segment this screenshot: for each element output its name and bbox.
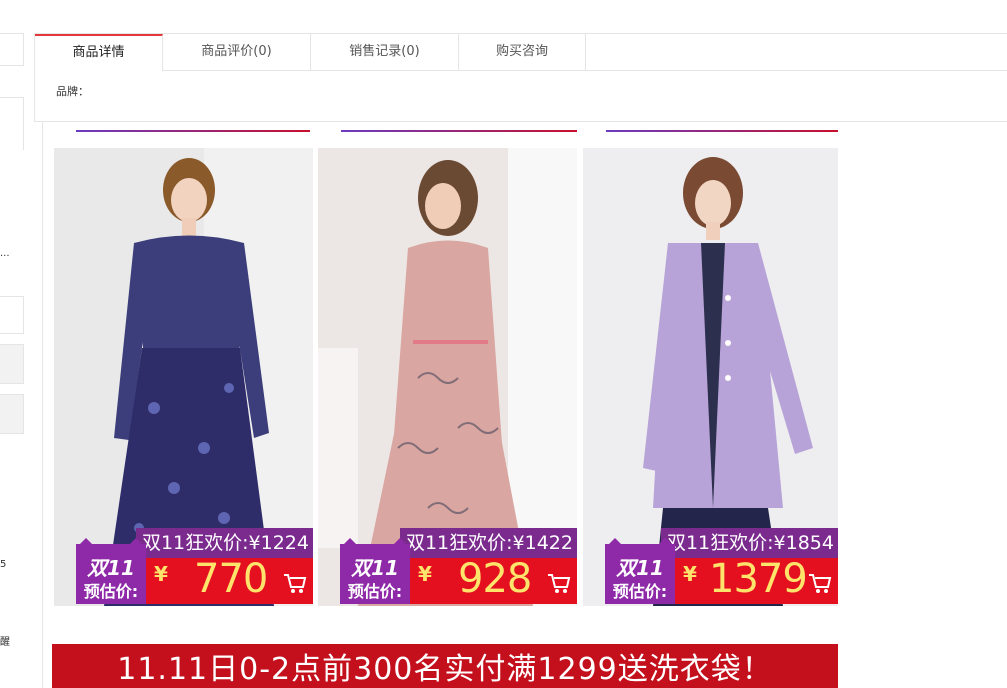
sidebar-box[interactable] bbox=[0, 33, 24, 66]
presale-price: 770 bbox=[194, 556, 268, 602]
brand-label: 品牌： bbox=[56, 85, 89, 98]
sidebar-box[interactable] bbox=[0, 394, 24, 434]
cart-icon[interactable] bbox=[547, 572, 571, 594]
promo-banner: 11.11日0-2点前300名实付满1299送洗衣袋！ bbox=[52, 644, 838, 688]
sidebar-box[interactable] bbox=[0, 97, 24, 150]
badge-title: 双11 bbox=[351, 556, 399, 580]
sidebar-text: ... bbox=[0, 248, 10, 259]
orig-price-value: ¥1422 bbox=[512, 532, 573, 554]
original-price-label: 双11狂欢价:¥1422 bbox=[399, 528, 577, 558]
original-price-label: 双11狂欢价:¥1224 bbox=[135, 528, 313, 558]
sidebar-box[interactable] bbox=[0, 344, 24, 384]
orig-price-label-text: 双11狂欢价: bbox=[405, 532, 513, 554]
left-sidebar-fragment: ... 5 醒 bbox=[0, 33, 24, 688]
tab-label: 商品详情 bbox=[72, 45, 125, 60]
price-tag-group: 双11狂欢价:¥1422 ¥ 928 双11 预估价: bbox=[318, 148, 577, 606]
orig-price-value: ¥1224 bbox=[248, 532, 309, 554]
presale-price-bar: ¥ 1379 bbox=[673, 556, 838, 604]
divider-line bbox=[341, 130, 577, 132]
divider-line bbox=[606, 130, 838, 132]
presale-price: 1379 bbox=[709, 556, 808, 602]
price-tag-group: 双11狂欢价:¥1854 ¥ 1379 双11 预估价: bbox=[583, 148, 838, 606]
presale-price-bar: ¥ 770 bbox=[144, 556, 313, 604]
badge-subtitle: 预估价: bbox=[83, 582, 139, 601]
tab-label: 销售记录(0) bbox=[349, 44, 420, 59]
divider-line bbox=[76, 130, 310, 132]
currency-symbol: ¥ bbox=[418, 562, 432, 586]
product-detail-tabs: 商品详情 商品评价(0) 销售记录(0) 购买咨询 品牌： bbox=[34, 33, 1007, 122]
sidebar-text: 5 bbox=[0, 559, 7, 570]
tab-label: 商品评价(0) bbox=[201, 44, 272, 59]
orig-price-label-text: 双11狂欢价: bbox=[666, 532, 774, 554]
tab-product-details[interactable]: 商品详情 bbox=[35, 34, 163, 71]
double11-badge: 双11 预估价: bbox=[340, 544, 410, 604]
price-tag-group: 双11狂欢价:¥1224 ¥ 770 双11 预估价: bbox=[54, 148, 313, 606]
tab-bar: 商品详情 商品评价(0) 销售记录(0) 购买咨询 bbox=[35, 34, 1007, 71]
cart-icon[interactable] bbox=[808, 572, 832, 594]
original-price-label: 双11狂欢价:¥1854 bbox=[660, 528, 838, 558]
double11-badge: 双11 预估价: bbox=[76, 544, 146, 604]
presale-price-bar: ¥ 928 bbox=[408, 556, 577, 604]
tab-sales-records[interactable]: 销售记录(0) bbox=[311, 34, 459, 70]
presale-price: 928 bbox=[458, 556, 532, 602]
tab-product-reviews[interactable]: 商品评价(0) bbox=[163, 34, 311, 70]
currency-symbol: ¥ bbox=[683, 562, 697, 586]
badge-title: 双11 bbox=[87, 556, 135, 580]
badge-title: 双11 bbox=[616, 556, 664, 580]
badge-subtitle: 预估价: bbox=[347, 582, 403, 601]
sidebar-text: 醒 bbox=[0, 637, 10, 648]
tab-label: 购买咨询 bbox=[495, 44, 548, 59]
cart-icon[interactable] bbox=[283, 572, 307, 594]
tab-purchase-consult[interactable]: 购买咨询 bbox=[459, 34, 586, 70]
badge-subtitle: 预估价: bbox=[612, 582, 668, 601]
orig-price-value: ¥1854 bbox=[773, 532, 834, 554]
sidebar-box[interactable] bbox=[0, 296, 24, 334]
orig-price-label-text: 双11狂欢价: bbox=[141, 532, 249, 554]
double11-badge: 双11 预估价: bbox=[605, 544, 675, 604]
currency-symbol: ¥ bbox=[154, 562, 168, 586]
